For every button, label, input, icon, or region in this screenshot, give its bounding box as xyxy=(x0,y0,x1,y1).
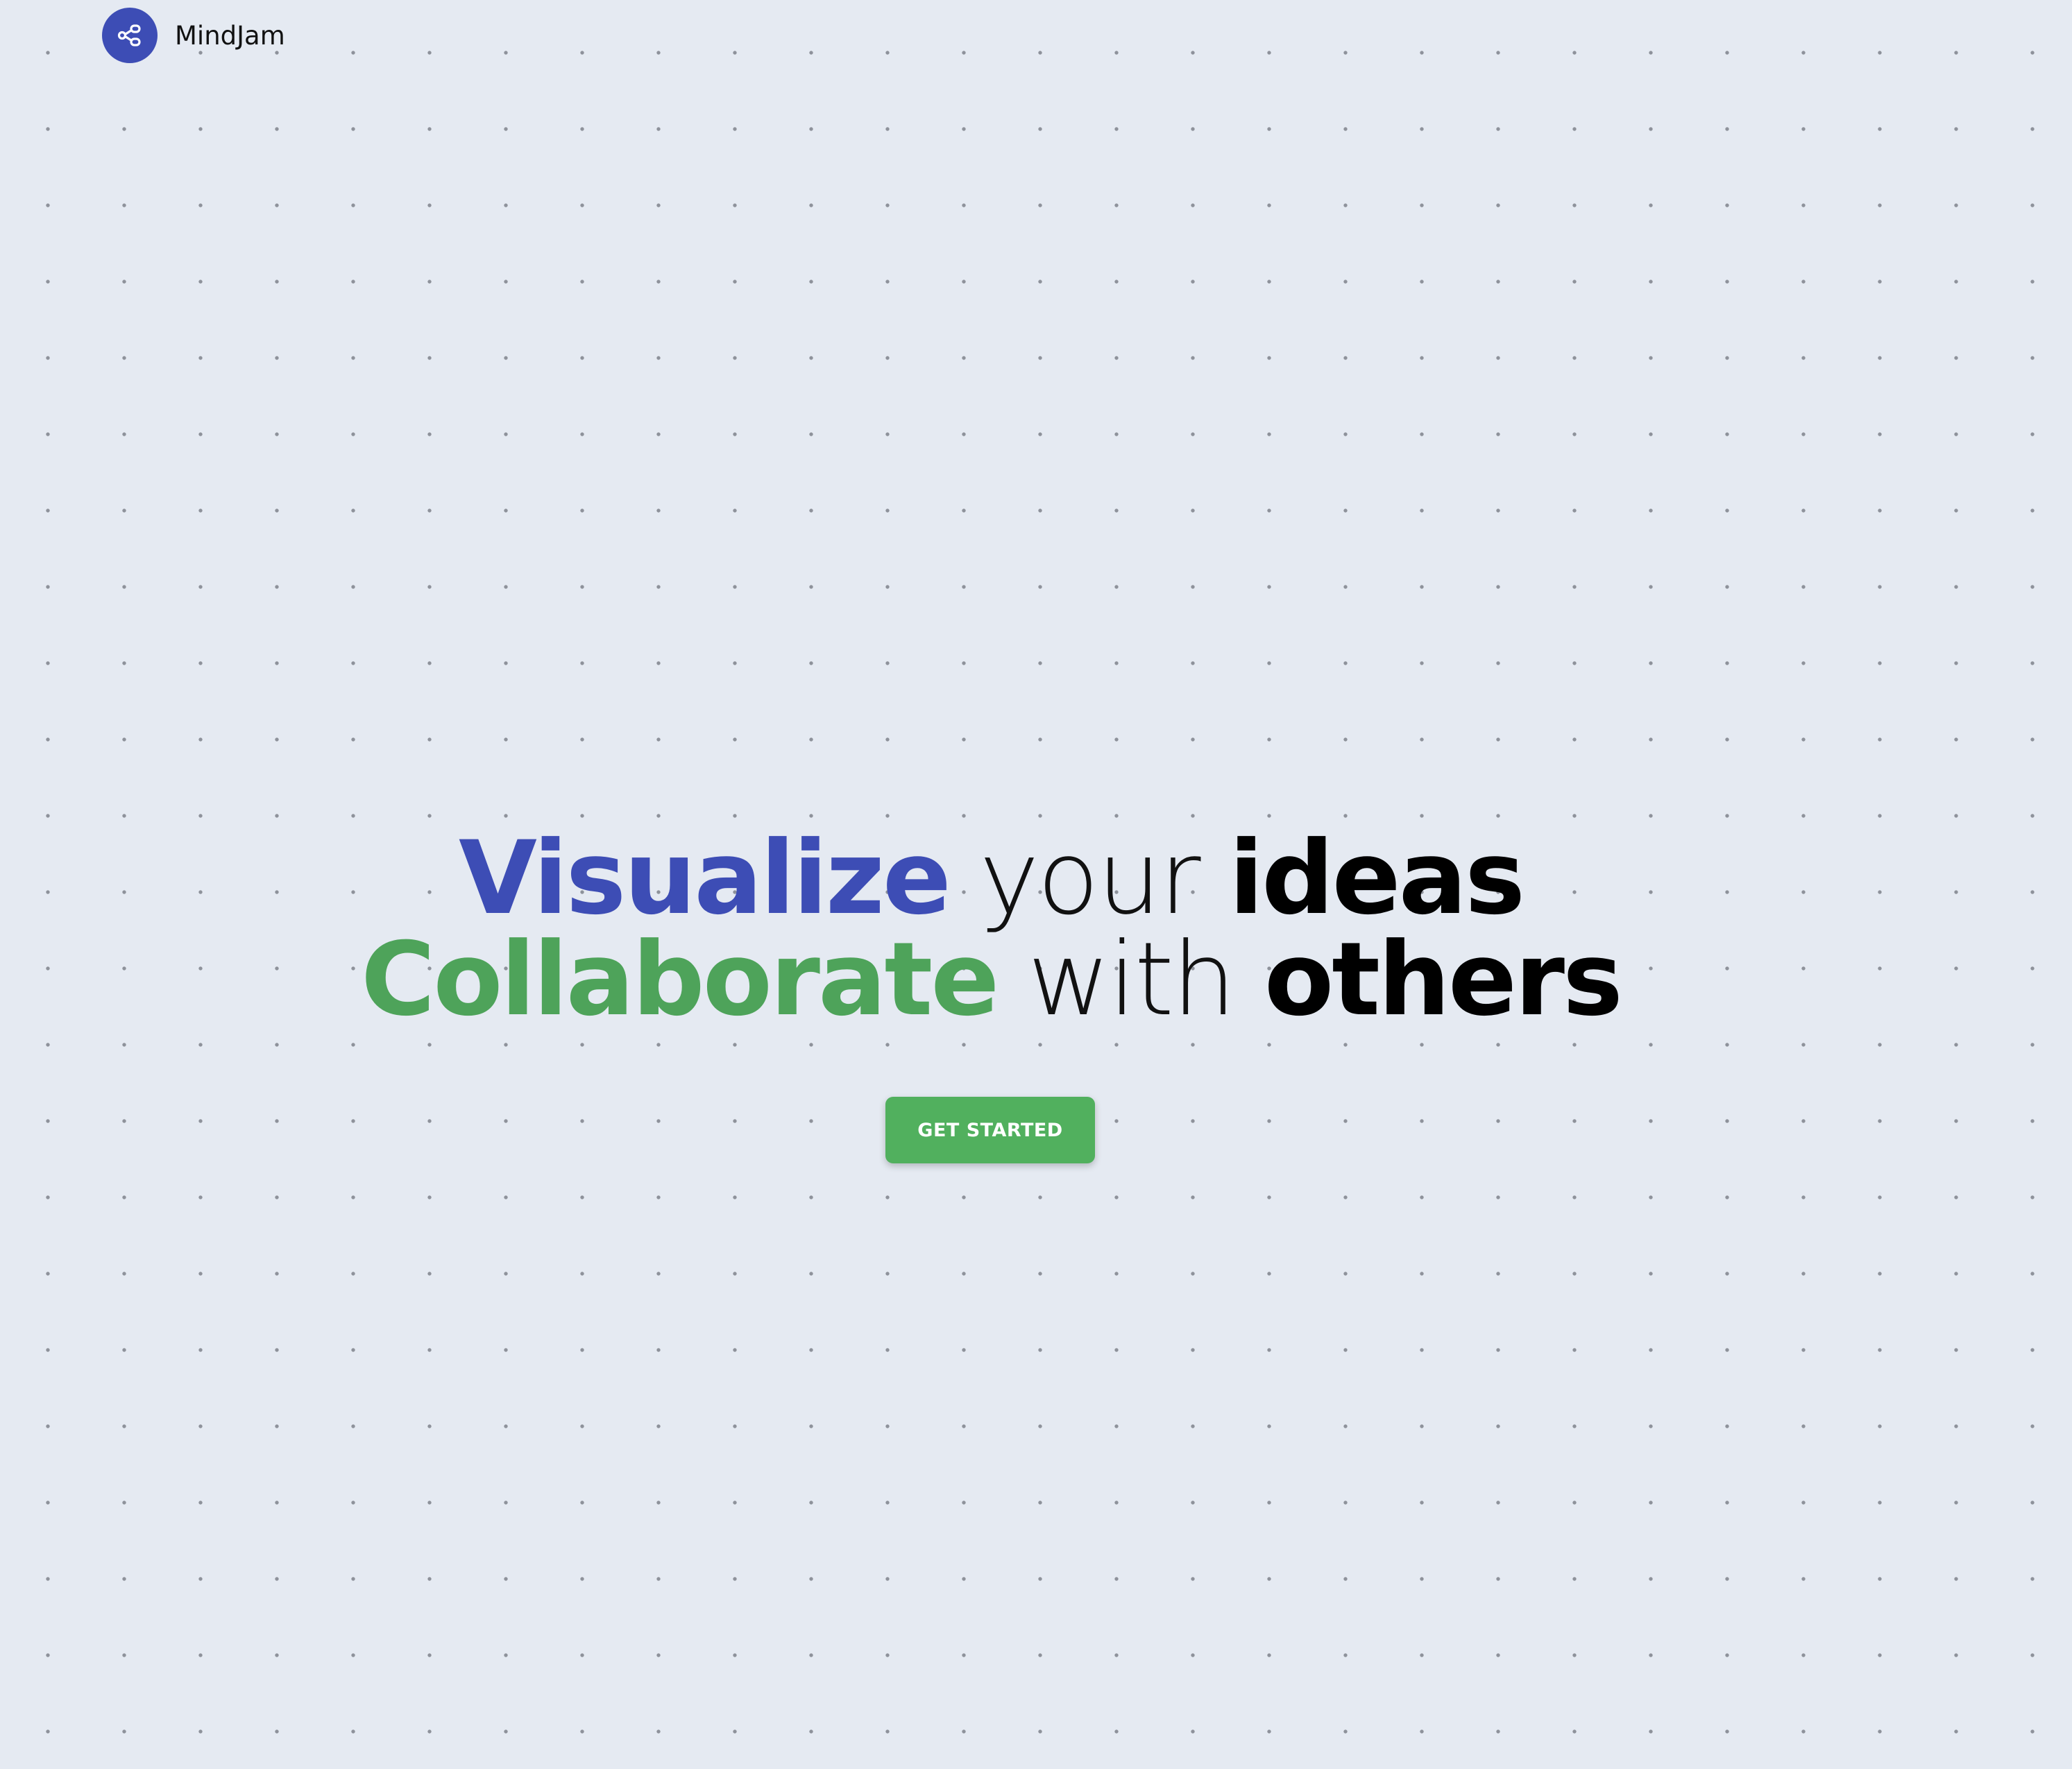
hero-highlight-visualize: Visualize xyxy=(458,819,951,937)
hero-heading: Visualize your ideas Collaborate with ot… xyxy=(0,828,1982,1030)
hero-section: Visualize your ideas Collaborate with ot… xyxy=(0,828,1982,1030)
hero-line-1: Visualize your ideas xyxy=(0,828,1982,929)
brand[interactable]: MindJam xyxy=(102,8,285,63)
hero-word-ideas: ideas xyxy=(1229,819,1525,937)
hero-word-others: others xyxy=(1264,921,1623,1039)
hero-line-2: Collaborate with others xyxy=(0,929,1982,1030)
share-nodes-icon xyxy=(102,8,158,63)
hero-word-with: with xyxy=(1027,921,1237,1039)
brand-name: MindJam xyxy=(175,20,285,51)
get-started-button[interactable]: GET STARTED xyxy=(885,1097,1095,1163)
hero-word-your: your xyxy=(979,819,1200,937)
hero-highlight-collaborate: Collaborate xyxy=(361,921,999,1039)
